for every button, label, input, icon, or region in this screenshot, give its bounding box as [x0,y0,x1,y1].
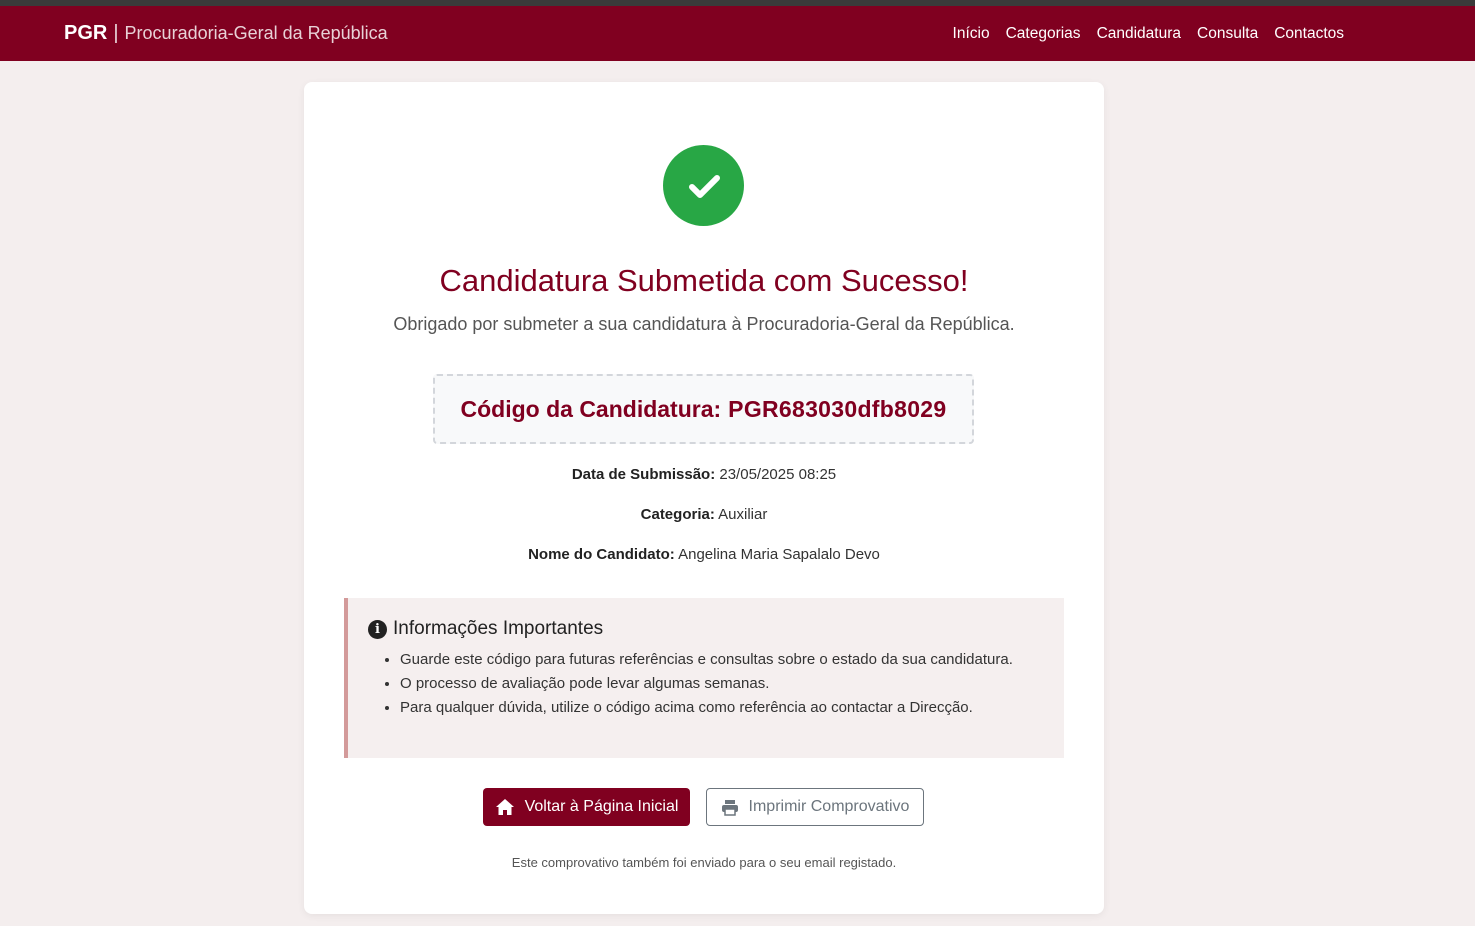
page-subtitle: Obrigado por submeter a sua candidatura … [393,314,1015,334]
print-receipt-label: Imprimir Comprovativo [748,798,910,815]
submission-date-value: 23/05/2025 08:25 [719,466,837,483]
main-nav: Início Categorias Candidatura Consulta C… [953,25,1344,43]
printer-icon [721,799,738,816]
important-info-list: Guarde este código para futuras referênc… [368,648,1044,720]
check-icon [688,174,720,198]
category-label: Categoria: [640,506,715,523]
brand-separator: | [113,22,119,44]
candidate-name-label: Nome do Candidato: [528,546,675,563]
nav-link-consulta[interactable]: Consulta [1197,25,1258,43]
important-info-panel: i Informações Importantes Guarde este có… [344,598,1064,758]
success-badge [663,145,744,226]
application-code-box: Código da Candidatura: PGR683030dfb8029 [433,374,974,444]
page-title: Candidatura Submetida com Sucesso! [439,263,969,298]
submission-date-line: Data de Submissão: 23/05/2025 08:25 [304,466,1104,483]
application-code-label: Código da Candidatura: [460,395,722,422]
email-notice: Este comprovativo também foi enviado par… [511,855,897,870]
brand[interactable]: PGR | Procuradoria-Geral da República [64,22,388,45]
application-code-value[interactable]: PGR683030dfb8029 [728,396,946,423]
list-item: Para qualquer dúvida, utilize o código a… [400,696,1044,720]
back-home-button[interactable]: Voltar à Página Inicial [483,788,690,826]
list-item: O processo de avaliação pode levar algum… [400,672,1044,696]
category-line: Categoria: Auxiliar [304,506,1104,523]
nav-link-inicio[interactable]: Início [953,25,990,43]
confirmation-card: Candidatura Submetida com Sucesso! Obrig… [304,82,1104,914]
info-icon: i [368,619,387,639]
candidate-name-line: Nome do Candidato: Angelina Maria Sapala… [304,546,1104,563]
brand-name: Procuradoria-Geral da República [124,23,388,43]
nav-link-categorias[interactable]: Categorias [1006,25,1081,43]
print-receipt-button[interactable]: Imprimir Comprovativo [706,788,924,826]
home-icon [495,799,514,815]
back-home-label: Voltar à Página Inicial [524,798,679,815]
list-item: Guarde este código para futuras referênc… [400,648,1044,672]
brand-abbreviation: PGR [64,22,108,44]
category-value: Auxiliar [718,506,768,523]
important-info-title: Informações Importantes [393,618,604,639]
submission-date-label: Data de Submissão: [571,466,716,483]
nav-link-candidatura[interactable]: Candidatura [1097,25,1181,43]
navbar: PGR | Procuradoria-Geral da República In… [0,6,1475,61]
nav-link-contactos[interactable]: Contactos [1274,25,1344,43]
candidate-name-value: Angelina Maria Sapalalo Devo [678,546,880,563]
important-info-heading: i Informações Importantes [368,618,1044,640]
